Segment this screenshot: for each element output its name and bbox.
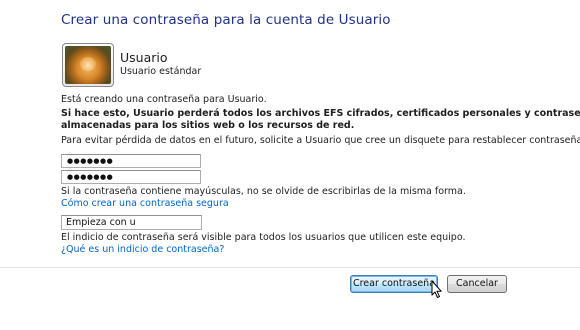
password-hint-input[interactable]: Empieza con u	[61, 215, 202, 230]
user-avatar	[62, 43, 114, 87]
case-sensitivity-note: Si la contraseña contiene mayúsculas, no…	[61, 186, 466, 197]
confirm-password-input[interactable]: ●●●●●●●	[61, 170, 201, 184]
mouse-cursor-icon	[431, 280, 442, 298]
hint-visibility-note: El indicio de contraseña será visible pa…	[61, 232, 466, 243]
what-is-hint-link[interactable]: ¿Qué es un indicio de contraseña?	[61, 244, 224, 255]
secure-password-link[interactable]: Cómo crear una contraseña segura	[61, 198, 229, 209]
cancel-button[interactable]: Cancelar	[447, 275, 507, 293]
user-name: Usuario	[120, 50, 168, 65]
user-account-type: Usuario estándar	[120, 66, 202, 77]
page-title: Crear una contraseña para la cuenta de U…	[61, 12, 391, 28]
new-password-input[interactable]: ●●●●●●●	[61, 154, 201, 168]
advice-text: Para evitar pérdida de datos en el futur…	[61, 135, 580, 146]
warning-line-1: Si hace esto, Usuario perderá todos los …	[61, 108, 580, 119]
footer-divider	[0, 267, 580, 268]
dog-picture-icon	[65, 46, 111, 84]
create-password-button[interactable]: Crear contraseña	[350, 275, 438, 293]
warning-line-2: almacenadas para los sitios web o los re…	[61, 120, 355, 131]
intro-text: Está creando una contraseña para Usuario…	[61, 94, 267, 105]
